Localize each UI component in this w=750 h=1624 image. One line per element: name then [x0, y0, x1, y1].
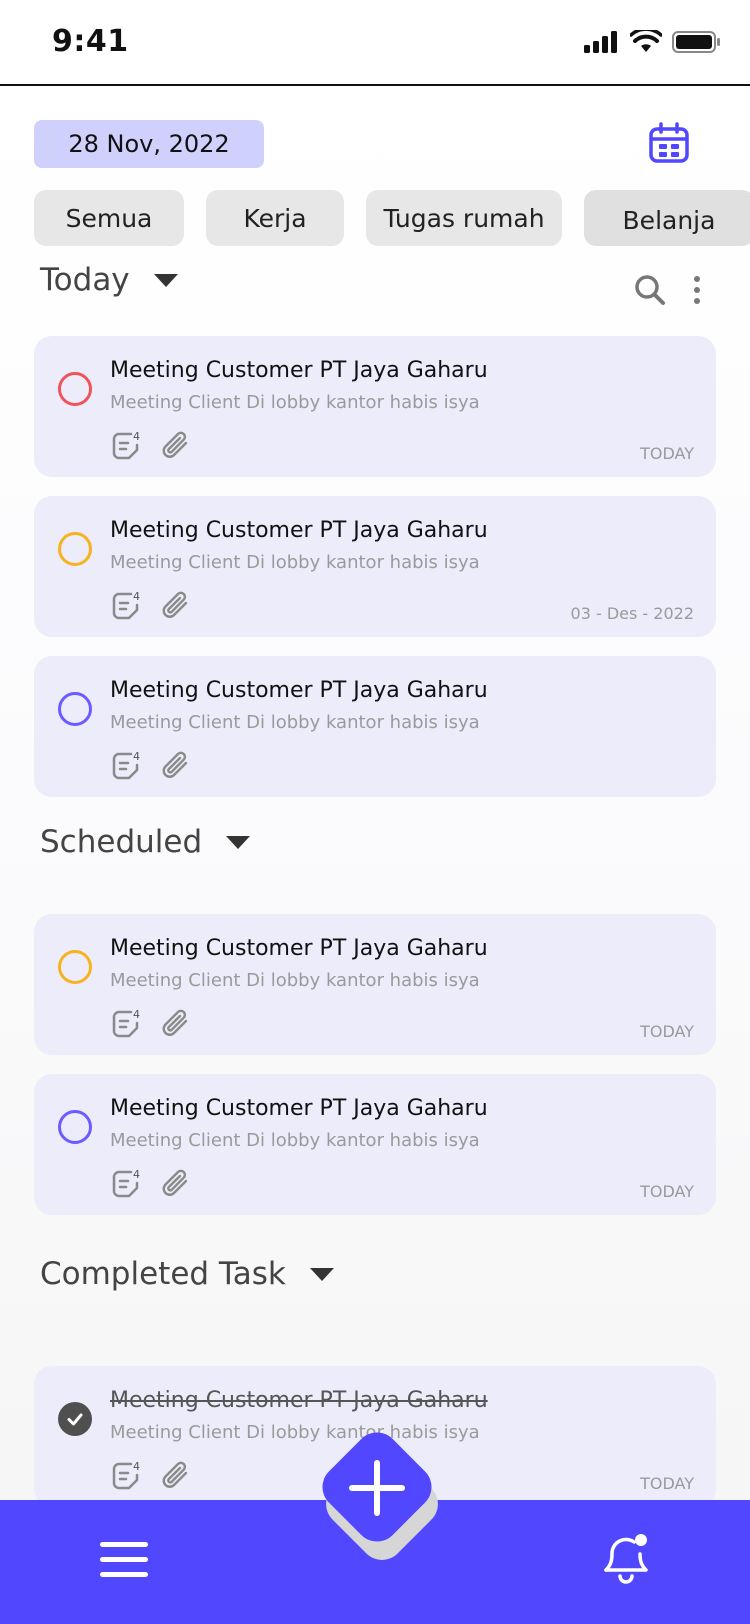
task-checkbox[interactable]: [58, 692, 92, 726]
paperclip-icon[interactable]: [160, 1008, 192, 1040]
filter-chip-semua[interactable]: Semua: [34, 190, 184, 246]
task-checkbox[interactable]: [58, 1110, 92, 1144]
task-checkbox[interactable]: [58, 532, 92, 566]
note-count: 4: [133, 1008, 140, 1021]
task-title: Meeting Customer PT Jaya Gaharu: [110, 358, 488, 383]
signal-icon: [584, 31, 617, 53]
note-icon[interactable]: 4: [110, 1008, 142, 1040]
status-time: 9:41: [52, 24, 129, 59]
task-card[interactable]: Meeting Customer PT Jaya Gaharu Meeting …: [34, 496, 716, 637]
task-title: Meeting Customer PT Jaya Gaharu: [110, 1388, 488, 1413]
caret-down-icon[interactable]: [226, 835, 251, 849]
task-due: TODAY: [640, 1182, 694, 1201]
task-checkbox-checked[interactable]: [58, 1402, 92, 1436]
search-icon[interactable]: [634, 274, 666, 306]
status-bar: 9:41: [0, 0, 750, 86]
task-title: Meeting Customer PT Jaya Gaharu: [110, 518, 488, 543]
task-subtitle: Meeting Client Di lobby kantor habis isy…: [110, 1130, 480, 1151]
task-due: 03 - Des - 2022: [570, 604, 694, 623]
calendar-button[interactable]: [646, 120, 692, 166]
check-icon: [67, 1413, 83, 1426]
task-subtitle: Meeting Client Di lobby kantor habis isy…: [110, 970, 480, 991]
date-chip[interactable]: 28 Nov, 2022: [34, 120, 264, 168]
note-icon[interactable]: 4: [110, 750, 142, 782]
task-subtitle: Meeting Client Di lobby kantor habis isy…: [110, 552, 480, 573]
more-vertical-icon[interactable]: [692, 275, 702, 305]
task-due: TODAY: [640, 1474, 694, 1493]
task-due: TODAY: [640, 1022, 694, 1041]
note-icon[interactable]: 4: [110, 590, 142, 622]
filter-chip-tugas-rumah[interactable]: Tugas rumah: [366, 190, 562, 246]
task-title: Meeting Customer PT Jaya Gaharu: [110, 678, 488, 703]
bell-icon[interactable]: [596, 1526, 656, 1588]
task-title: Meeting Customer PT Jaya Gaharu: [110, 1096, 488, 1121]
paperclip-icon[interactable]: [160, 1460, 192, 1492]
task-title: Meeting Customer PT Jaya Gaharu: [110, 936, 488, 961]
section-scheduled-title: Scheduled: [40, 824, 203, 860]
note-count: 4: [133, 750, 140, 763]
content-area[interactable]: 28 Nov, 2022 Semua Kerja Tugas rumah Bel…: [0, 88, 750, 1500]
plus-icon: [349, 1460, 405, 1516]
note-count: 4: [133, 590, 140, 603]
task-subtitle: Meeting Client Di lobby kantor habis isy…: [110, 712, 480, 733]
task-card[interactable]: Meeting Customer PT Jaya Gaharu Meeting …: [34, 656, 716, 797]
filter-chip-kerja[interactable]: Kerja: [206, 190, 344, 246]
paperclip-icon[interactable]: [160, 590, 192, 622]
task-subtitle: Meeting Client Di lobby kantor habis isy…: [110, 392, 480, 413]
calendar-icon: [649, 122, 689, 163]
filter-chip-belanja[interactable]: Belanja: [584, 190, 750, 246]
battery-icon: [672, 31, 720, 53]
note-count: 4: [133, 430, 140, 443]
menu-icon[interactable]: [100, 1540, 148, 1580]
paperclip-icon[interactable]: [160, 430, 192, 462]
section-scheduled-header[interactable]: Scheduled: [40, 824, 251, 860]
section-completed-title: Completed Task: [40, 1256, 286, 1292]
paperclip-icon[interactable]: [160, 1168, 192, 1200]
task-card[interactable]: Meeting Customer PT Jaya Gaharu Meeting …: [34, 336, 716, 477]
caret-down-icon[interactable]: [153, 273, 178, 287]
section-today-header[interactable]: Today: [40, 262, 178, 298]
task-checkbox[interactable]: [58, 950, 92, 984]
note-icon[interactable]: 4: [110, 430, 142, 462]
wifi-icon: [630, 30, 662, 52]
section-today-title: Today: [40, 262, 130, 298]
task-card[interactable]: Meeting Customer PT Jaya Gaharu Meeting …: [34, 1074, 716, 1215]
caret-down-icon[interactable]: [309, 1267, 334, 1281]
status-icons: [584, 30, 722, 54]
task-checkbox[interactable]: [58, 372, 92, 406]
note-icon[interactable]: 4: [110, 1168, 142, 1200]
note-count: 4: [133, 1168, 140, 1181]
section-completed-header[interactable]: Completed Task: [40, 1256, 334, 1292]
filter-chips: Semua Kerja Tugas rumah Belanja: [34, 190, 750, 246]
note-icon[interactable]: 4: [110, 1460, 142, 1492]
task-card[interactable]: Meeting Customer PT Jaya Gaharu Meeting …: [34, 914, 716, 1055]
paperclip-icon[interactable]: [160, 750, 192, 782]
note-count: 4: [133, 1460, 140, 1473]
add-task-button[interactable]: [313, 1423, 448, 1570]
task-due: TODAY: [640, 444, 694, 463]
today-actions: [634, 274, 702, 306]
